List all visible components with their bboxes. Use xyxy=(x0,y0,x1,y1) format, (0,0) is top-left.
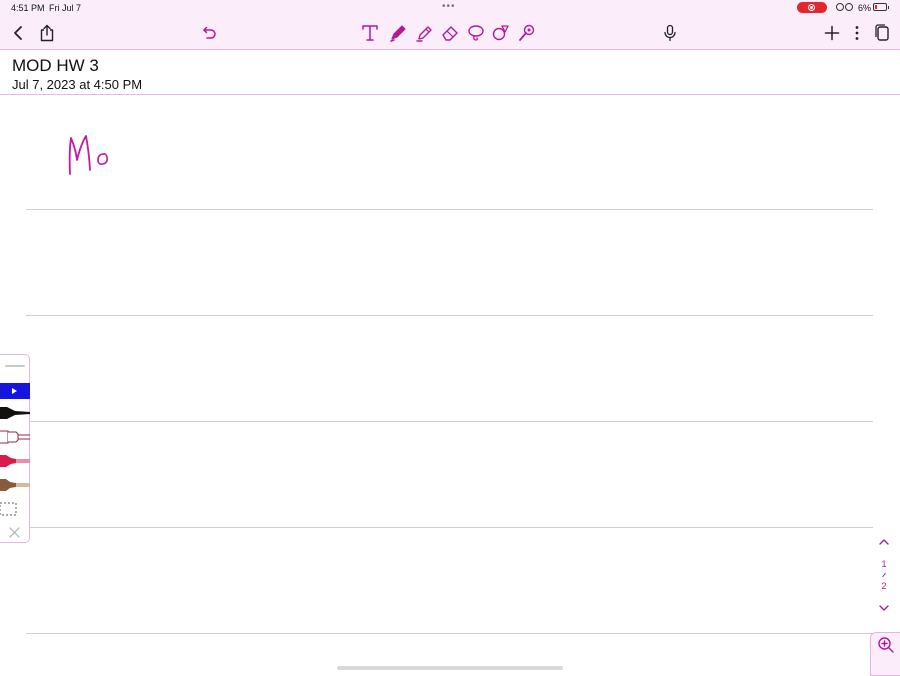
share-button[interactable] xyxy=(37,20,57,46)
handwritten-ink[interactable] xyxy=(64,130,128,178)
toolbar xyxy=(0,16,900,49)
status-bar: 4:51 PM Fri Jul 7 ••• 6% xyxy=(0,0,900,16)
laser-pointer-button[interactable] xyxy=(515,20,539,46)
undo-button[interactable] xyxy=(199,20,219,46)
eraser-tool-button[interactable] xyxy=(438,20,462,46)
next-page-icon[interactable] xyxy=(872,601,896,615)
page-navigator: 1 2 xyxy=(872,533,896,615)
play-triangle-icon xyxy=(12,388,17,394)
plus-icon xyxy=(824,25,840,41)
chevron-left-icon xyxy=(14,26,22,40)
ruled-line xyxy=(26,209,873,210)
add-button[interactable] xyxy=(822,20,842,46)
tray-item-white-pen[interactable] xyxy=(0,429,30,445)
tray-item-brown-pen[interactable] xyxy=(0,477,30,493)
zoom-in-icon xyxy=(878,637,894,653)
tray-handle[interactable] xyxy=(5,365,25,367)
highlighter-tool-icon xyxy=(416,26,432,42)
screen-recording-icon[interactable] xyxy=(797,2,827,13)
close-tray-button[interactable] xyxy=(0,525,30,541)
battery-icon xyxy=(873,3,889,11)
battery-percent: 6% xyxy=(858,3,872,13)
previous-page-icon[interactable] xyxy=(872,535,896,549)
note-header: MOD HW 3 Jul 7, 2023 at 4:50 PM xyxy=(0,49,900,95)
record-audio-button[interactable] xyxy=(660,20,680,46)
undo-icon xyxy=(203,26,216,39)
laser-pointer-icon xyxy=(519,24,535,41)
back-button[interactable] xyxy=(8,20,28,46)
zoom-button[interactable] xyxy=(870,632,900,676)
pen-tool-icon xyxy=(390,25,406,42)
note-date: Jul 7, 2023 at 4:50 PM xyxy=(12,77,143,92)
tray-item-selection[interactable] xyxy=(0,501,30,517)
lasso-tool-button[interactable] xyxy=(464,20,488,46)
ruled-line xyxy=(26,527,873,528)
orientation-lock-icon xyxy=(836,3,853,11)
home-indicator[interactable] xyxy=(337,666,563,670)
pen-tool-button[interactable] xyxy=(386,20,410,46)
red-highlighter-icon xyxy=(0,455,30,467)
ruled-line xyxy=(26,315,873,316)
shapes-tool-icon xyxy=(492,25,509,41)
pages-icon xyxy=(875,24,889,41)
eraser-tool-icon xyxy=(442,26,458,41)
more-button[interactable] xyxy=(849,20,865,46)
shapes-tool-button[interactable] xyxy=(489,20,513,46)
more-vertical-icon xyxy=(855,26,859,40)
pages-button[interactable] xyxy=(872,20,892,46)
status-time: 4:51 PM xyxy=(11,3,45,13)
dashed-selection-icon xyxy=(0,502,17,516)
brown-pen-icon xyxy=(0,479,30,491)
text-tool-button[interactable] xyxy=(359,20,381,46)
ruled-line xyxy=(26,633,873,634)
microphone-icon xyxy=(664,24,676,42)
tray-item-red-highlighter[interactable] xyxy=(0,453,30,469)
black-pen-icon xyxy=(0,407,30,419)
pen-tray xyxy=(0,354,30,543)
status-date: Fri Jul 7 xyxy=(49,3,82,13)
white-pen-icon xyxy=(0,430,30,444)
current-page-number: 1 xyxy=(881,559,887,569)
total-pages: 2 xyxy=(881,581,887,591)
page-separator-icon xyxy=(882,572,886,578)
ruled-line xyxy=(26,421,873,422)
tray-item-selected-color[interactable] xyxy=(0,383,30,399)
note-page[interactable] xyxy=(0,95,900,675)
status-icons xyxy=(835,2,855,14)
text-tool-icon xyxy=(362,25,378,41)
highlighter-tool-button[interactable] xyxy=(413,20,437,46)
lasso-tool-icon xyxy=(468,25,484,41)
note-title[interactable]: MOD HW 3 xyxy=(12,56,99,76)
share-icon xyxy=(40,24,54,42)
multitasking-dots-icon[interactable]: ••• xyxy=(442,1,456,12)
tray-item-black-pen[interactable] xyxy=(0,405,30,421)
close-icon xyxy=(9,527,20,538)
